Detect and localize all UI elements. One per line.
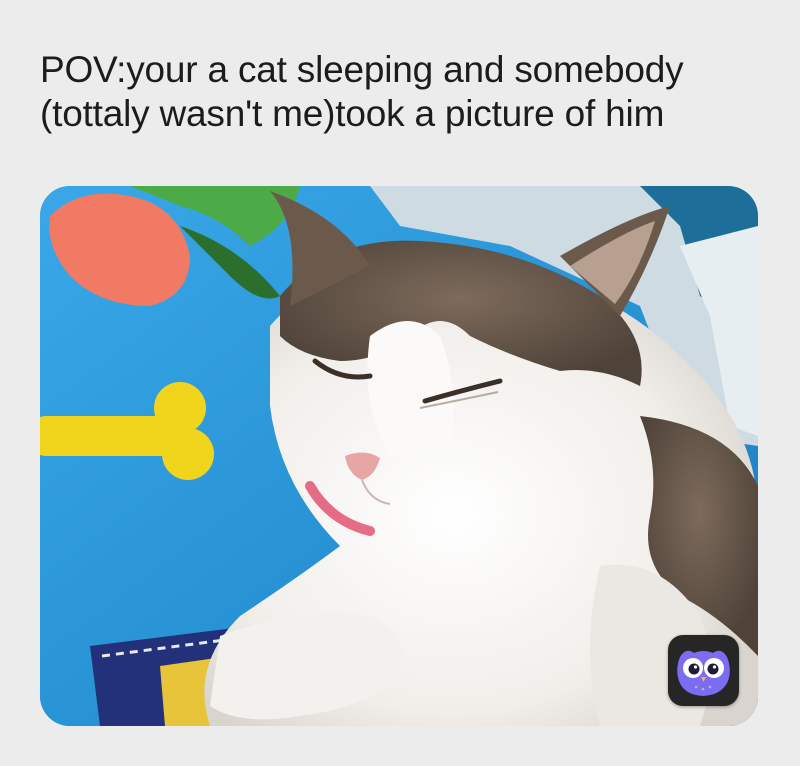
owl-app-badge (668, 635, 739, 706)
sleeping-cat-illustration (40, 186, 758, 726)
meme-caption: POV:your a cat sleeping and somebody (to… (40, 49, 684, 134)
owl-icon (677, 650, 730, 696)
cat-photo (40, 186, 758, 726)
